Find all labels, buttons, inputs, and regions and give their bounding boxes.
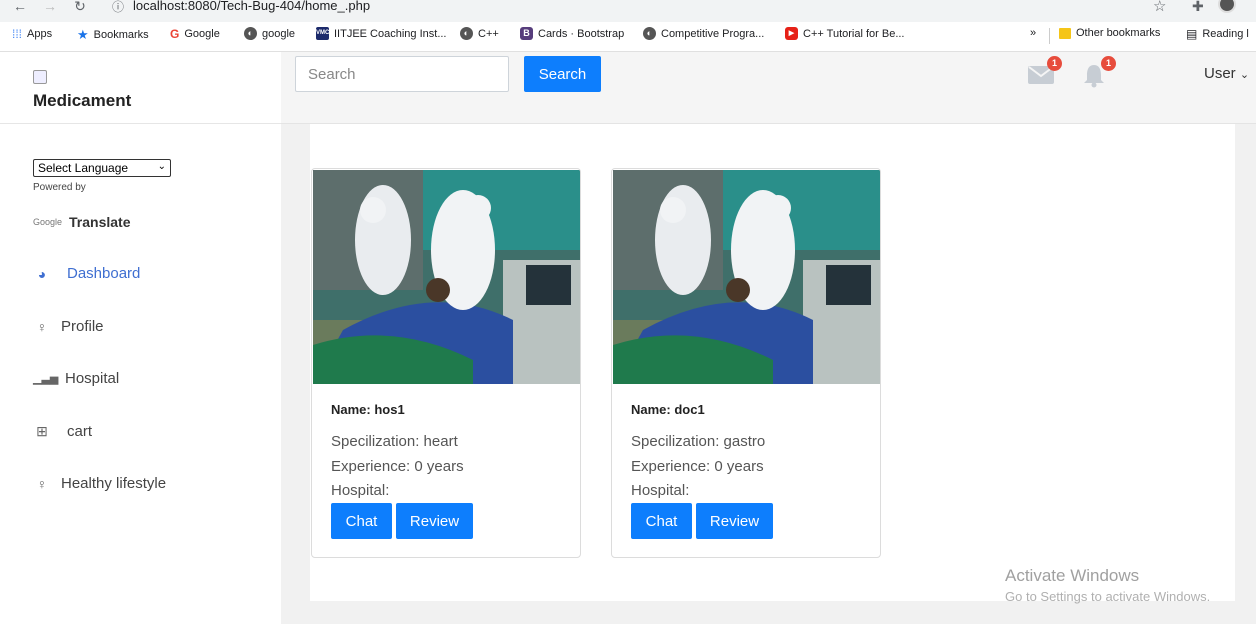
bulb-icon: ♀ [36, 318, 48, 335]
google-logo[interactable]: Google [33, 217, 62, 227]
bar-chart-icon: ▁▃▅ [33, 373, 59, 385]
reading-list[interactable]: ▤ Reading l [1186, 27, 1249, 41]
card-experience: Experience: 0 years [631, 458, 764, 475]
brand-name[interactable]: Medicament [33, 91, 131, 111]
search-button[interactable]: Search [524, 56, 601, 92]
select-arrow-icon: ⌄ [157, 161, 166, 172]
chat-button[interactable]: Chat [331, 503, 392, 539]
apps-grid-icon: ⁞⁞⁞ [12, 27, 23, 41]
card-name: Name: hos1 [331, 402, 405, 417]
watermark-title: Activate Windows [1005, 566, 1140, 585]
back-icon[interactable]: ← [12, 0, 28, 14]
globe-icon: ◐ [643, 27, 656, 40]
brand-box: Medicament [0, 52, 281, 124]
sidebar: Medicament Select Language ⌄ Powered by … [0, 52, 281, 624]
folder-icon [1059, 27, 1071, 39]
card-hospital: Hospital: [631, 482, 690, 499]
mail-button[interactable]: 1 [1028, 56, 1062, 86]
broken-image-icon [33, 70, 47, 84]
card-experience: Experience: 0 years [331, 458, 464, 475]
sidebar-item-cart[interactable]: ⊞ cart [33, 423, 92, 440]
hospital-photo [313, 170, 580, 384]
bookmark-bookmarks[interactable]: ★ Bookmarks [77, 27, 149, 43]
translate-link[interactable]: Translate [69, 214, 130, 230]
doctor-card: Name: doc1 Specilization: gastro Experie… [611, 168, 881, 558]
bookmark-bootstrap[interactable]: B Cards · Bootstrap [520, 27, 624, 40]
bookmark-other[interactable]: Other bookmarks [1059, 27, 1160, 39]
globe-icon: ◐ [460, 27, 473, 40]
review-button[interactable]: Review [696, 503, 773, 539]
notification-badge: 1 [1101, 56, 1116, 71]
card-name: Name: doc1 [631, 402, 705, 417]
notification-button[interactable]: 1 [1082, 56, 1116, 88]
sidebar-item-hospital[interactable]: ▁▃▅ Hospital [33, 370, 119, 387]
bookmark-apps[interactable]: ⁞⁞⁞ Apps [12, 27, 52, 41]
browser-chrome: ← → ↻ ⓘ localhost:8080/Tech-Bug-404/home… [0, 0, 1256, 52]
star-icon[interactable]: ☆ [1153, 0, 1166, 15]
basket-icon: ⊞ [36, 423, 48, 439]
reading-list-icon: ▤ [1186, 27, 1198, 41]
bookmark-competitive[interactable]: ◐ Competitive Progra... [643, 27, 764, 40]
dashboard-icon: ◕ [37, 265, 47, 282]
bookmark-separator [1049, 28, 1050, 44]
bootstrap-icon: B [520, 27, 533, 40]
google-g-icon: G [170, 27, 180, 41]
reload-icon[interactable]: ↻ [72, 0, 88, 14]
bookmark-google-lower[interactable]: ◐ google [244, 27, 295, 40]
doctor-card: Name: hos1 Specilization: heart Experien… [311, 168, 581, 558]
powered-by: Powered by [33, 182, 86, 193]
url-text[interactable]: localhost:8080/Tech-Bug-404/home_.php [133, 0, 370, 13]
bookmark-google[interactable]: G Google [170, 27, 220, 41]
bookmark-cpp[interactable]: ◐ C++ [460, 27, 499, 40]
review-button[interactable]: Review [396, 503, 473, 539]
chat-button[interactable]: Chat [631, 503, 692, 539]
bookmark-cpp-tutorial[interactable]: ▶ C++ Tutorial for Be... [785, 27, 905, 40]
profile-avatar[interactable] [1218, 0, 1236, 13]
sidebar-item-dashboard[interactable]: ◕ Dashboard [33, 265, 141, 282]
address-bar-row: ← → ↻ ⓘ localhost:8080/Tech-Bug-404/home… [0, 0, 1256, 22]
youtube-icon: ▶ [785, 27, 798, 40]
bulb-icon: ♀ [36, 475, 48, 492]
bookmark-iitjee[interactable]: VMC IITJEE Coaching Inst... [316, 27, 447, 40]
sidebar-item-healthy-lifestyle[interactable]: ♀ Healthy lifestyle [33, 475, 166, 492]
windows-activation-watermark: Activate Windows Go to Settings to activ… [1005, 566, 1210, 604]
mail-badge: 1 [1047, 56, 1062, 71]
topbar: Search 1 1 User ⌄ [281, 52, 1256, 124]
star-filled-icon: ★ [77, 27, 89, 42]
forward-icon[interactable]: → [42, 0, 58, 14]
card-hospital: Hospital: [331, 482, 390, 499]
more-bookmarks[interactable]: » [1030, 27, 1036, 39]
search-input[interactable] [295, 56, 509, 92]
hospital-photo [613, 170, 880, 384]
main-content: Name: hos1 Specilization: heart Experien… [310, 124, 1235, 601]
vmc-logo-icon: VMC [316, 27, 329, 40]
globe-icon: ◐ [244, 27, 257, 40]
user-menu[interactable]: User ⌄ [1204, 65, 1249, 82]
watermark-subtitle: Go to Settings to activate Windows. [1005, 589, 1211, 604]
info-icon[interactable]: ⓘ [112, 0, 124, 15]
card-specialization: Specilization: heart [331, 433, 458, 450]
bookmarks-bar: ⁞⁞⁞ Apps ★ Bookmarks G Google ◐ google VMC II… [0, 24, 1256, 46]
language-select[interactable]: Select Language ⌄ [33, 159, 171, 177]
card-specialization: Specilization: gastro [631, 433, 766, 450]
sidebar-item-profile[interactable]: ♀ Profile [33, 318, 104, 335]
extensions-icon[interactable]: ✚ [1192, 0, 1204, 15]
chevron-down-icon: ⌄ [1239, 69, 1250, 81]
